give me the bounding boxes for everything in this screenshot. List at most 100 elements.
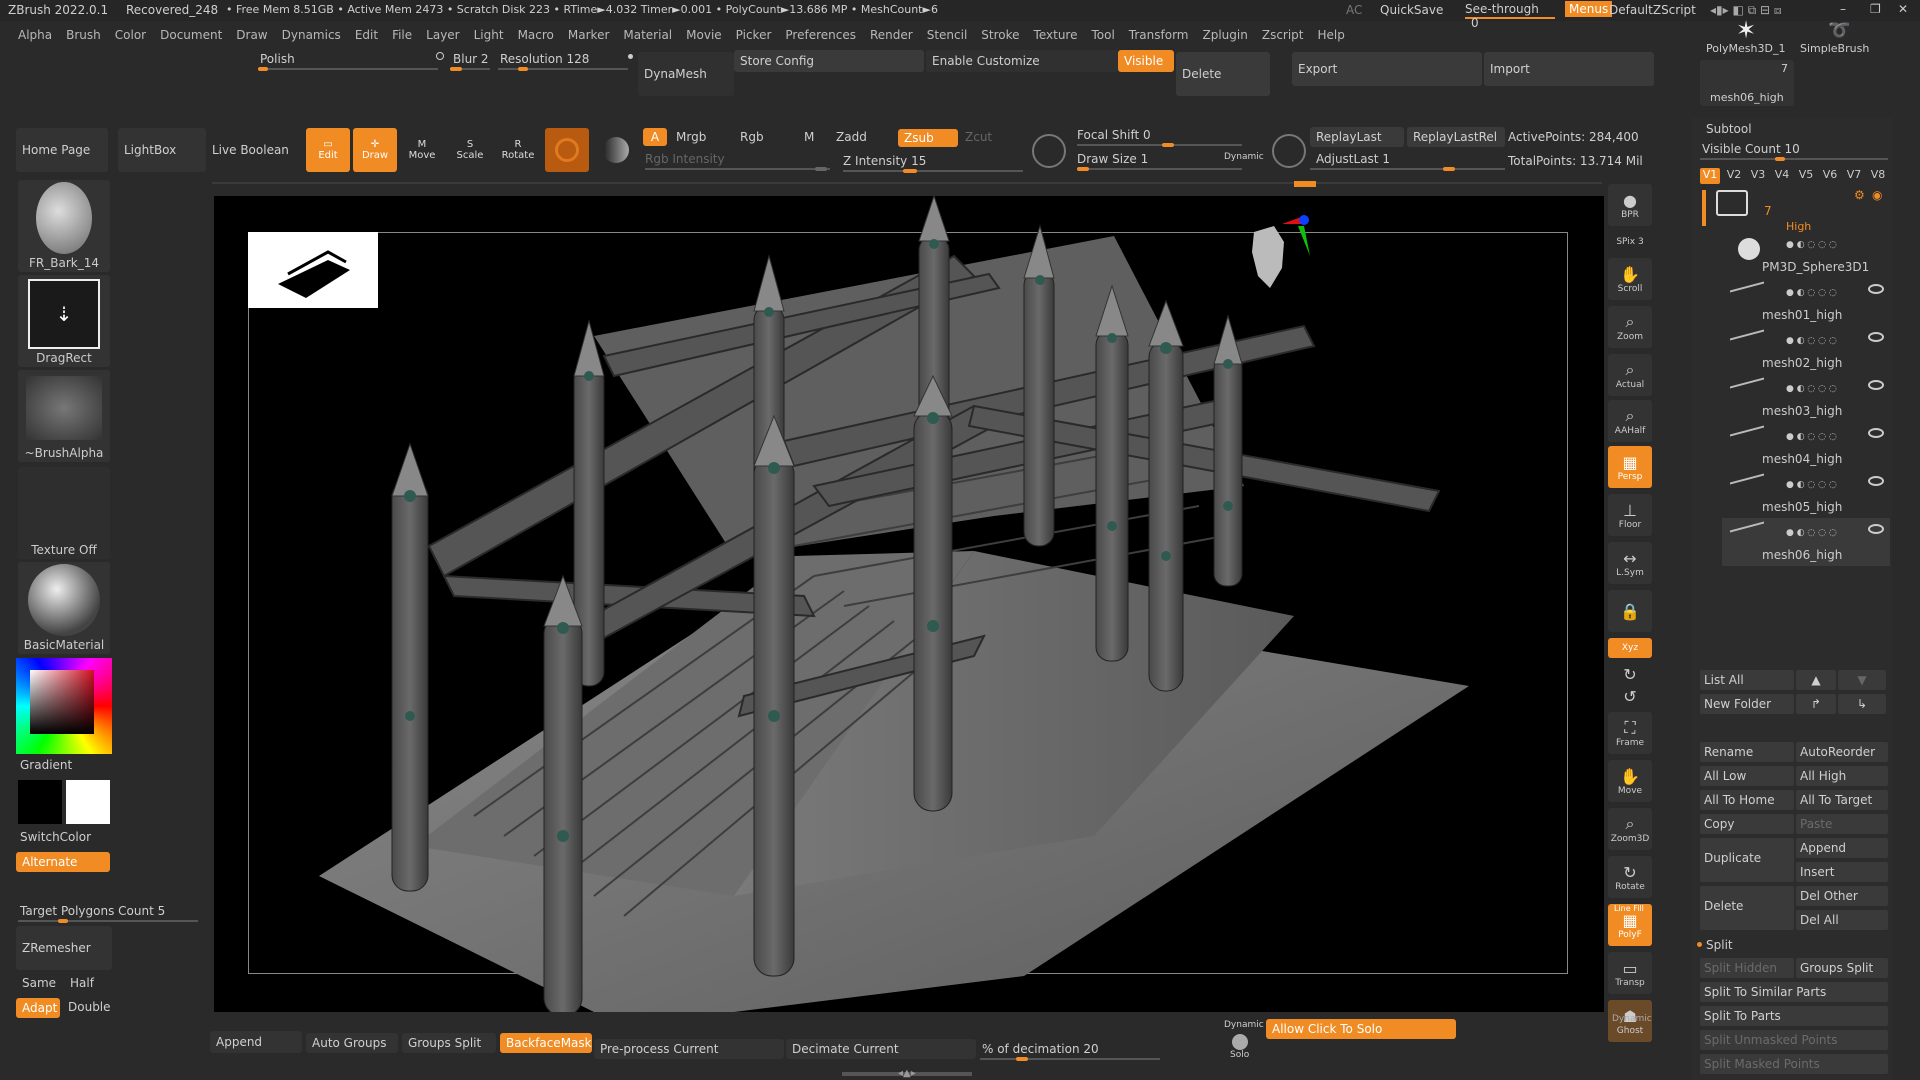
same-button[interactable]: Same [22,976,56,990]
secondary-color-swatch[interactable] [66,780,110,824]
m-toggle[interactable]: M [804,130,814,144]
material-thumb[interactable]: BasicMaterial [18,562,110,654]
zremesher-button[interactable]: ZRemesher [16,926,112,970]
menu-material[interactable]: Material [623,28,672,42]
menu-color[interactable]: Color [115,28,146,42]
menu-zplugin[interactable]: Zplugin [1203,28,1248,42]
subtool-toggles-icon[interactable]: ● ◐ ◌ ◌ ◌ [1786,332,1842,346]
delete-subtool-button[interactable]: Delete [1700,886,1794,930]
shelf-xyz-button[interactable]: Xyz [1608,638,1652,658]
menu-edit[interactable]: Edit [355,28,378,42]
enable-customize-button[interactable]: Enable Customize [926,50,1118,72]
shelf-zoom3d-button[interactable]: ⌕ Zoom3D [1608,808,1652,850]
import-button[interactable]: Import [1484,52,1654,86]
rename-button[interactable]: Rename [1700,742,1794,762]
mrgb-toggle[interactable]: Mrgb [676,130,706,144]
subtool-item[interactable]: ● ◐ ◌ ◌ ◌ mesh04_high [1722,422,1890,470]
menu-file[interactable]: File [392,28,412,42]
adapt-toggle[interactable]: Adapt [16,998,60,1018]
brush-thumb[interactable]: FR_Bark_14 [18,180,110,272]
subtool-item[interactable]: ● ◐ ◌ ◌ ◌ mesh02_high [1722,326,1890,374]
visibility-eye-icon[interactable] [1868,332,1884,342]
split-section-header[interactable]: Split [1706,938,1733,952]
menu-stencil[interactable]: Stencil [927,28,968,42]
auto-reorder-button[interactable]: AutoReorder [1796,742,1888,762]
subtool-header[interactable]: Subtool [1706,122,1752,136]
menu-document[interactable]: Document [160,28,222,42]
visible-count-slider[interactable] [1700,157,1888,161]
subtool-item[interactable]: ● ◐ ◌ ◌ ◌ mesh05_high [1722,470,1890,518]
rotate-mode-button[interactable]: R Rotate [496,128,540,172]
replay-last-rel-button[interactable]: ReplayLastRel [1407,127,1505,147]
menu-brush[interactable]: Brush [66,28,101,42]
double-button[interactable]: Double [68,1000,111,1014]
menu-draw[interactable]: Draw [236,28,267,42]
groups-split-button[interactable]: Groups Split [1796,958,1888,978]
append-bottom-button[interactable]: Append [210,1031,302,1053]
insert-folder-icon[interactable]: ↱ [1796,694,1836,714]
visibility-eye-icon[interactable] [1868,380,1884,390]
simplebrush-icon[interactable]: ➰ [1828,20,1850,41]
subtool-item[interactable]: ● ◐ ◌ ◌ ◌ PM3D_Sphere3D1 [1722,230,1890,278]
shelf-move-button[interactable]: ✋ Move [1608,760,1652,802]
draw-mode-button[interactable]: ✛ Draw [353,128,397,172]
draw-size-label[interactable]: Draw Size 1 [1077,152,1148,166]
subtool-toggles-icon[interactable]: ● ◐ ◌ ◌ ◌ [1786,380,1842,394]
edit-mode-button[interactable]: ▭ Edit [306,128,350,172]
split-hidden-button[interactable]: Split Hidden [1700,958,1794,978]
focal-shift-slider[interactable] [1077,143,1242,147]
menu-dynamics[interactable]: Dynamics [282,28,341,42]
shelf-floor-button[interactable]: ⊥ Floor [1608,494,1652,536]
shelf-spix-3-button[interactable]: SPix 3 [1608,232,1652,252]
duplicate-button[interactable]: Duplicate [1700,838,1794,882]
menu-layer[interactable]: Layer [426,28,459,42]
alpha-thumb[interactable]: ~BrushAlpha [18,370,110,462]
paste-button[interactable]: Paste [1796,814,1888,834]
all-to-target-button[interactable]: All To Target [1796,790,1888,810]
dynamic-label[interactable]: Dynamic [1224,152,1264,162]
subtool-toggles-icon[interactable]: ● ◐ ◌ ◌ ◌ [1786,236,1842,250]
live-boolean-button[interactable]: Live Boolean [206,128,296,172]
dynamesh-button[interactable]: DynaMesh [638,52,734,96]
menu-stroke[interactable]: Stroke [981,28,1019,42]
version-v6[interactable]: V6 [1820,168,1840,184]
folder-eye-icon[interactable]: ◉ [1872,188,1882,202]
settings-gear-icon[interactable]: ⚙ [1854,188,1865,202]
allow-click-to-solo-toggle[interactable]: Allow Click To Solo [1266,1019,1456,1039]
shelf-actual-button[interactable]: ⌕ Actual [1608,354,1652,396]
split-similar-button[interactable]: Split To Similar Parts [1700,982,1888,1002]
material-sphere-icon[interactable] [545,128,589,172]
menu-marker[interactable]: Marker [568,28,609,42]
append-button[interactable]: Append [1796,838,1888,858]
half-button[interactable]: Half [70,976,94,990]
polish-toggle-icon[interactable] [436,52,444,60]
split-unmasked-button[interactable]: Split Unmasked Points [1700,1030,1888,1050]
version-v8[interactable]: V8 [1868,168,1888,184]
version-v3[interactable]: V3 [1748,168,1768,184]
decimate-current-button[interactable]: Decimate Current [786,1039,976,1059]
shelf-persp-button[interactable]: ▦ Persp [1608,446,1652,488]
outdent-icon[interactable]: ↳ [1838,694,1886,714]
split-parts-button[interactable]: Split To Parts [1700,1006,1888,1026]
color-square[interactable] [30,670,94,734]
rgb-intensity-slider[interactable] [645,167,830,171]
texture-thumb[interactable]: Texture Off [18,467,110,559]
shelf-rotate-button[interactable]: ↻ Rotate [1608,856,1652,898]
polymesh-star-icon[interactable]: ✶ [1736,16,1756,44]
menu-light[interactable]: Light [474,28,504,42]
visibility-eye-icon[interactable] [1868,524,1884,534]
shelf-frame-button[interactable]: ⛶ Frame [1608,712,1652,754]
version-v1[interactable]: V1 [1700,168,1720,184]
s-focal-icon[interactable] [1032,134,1066,168]
solo-icon[interactable] [1232,1034,1248,1050]
draw-size-slider[interactable] [1077,167,1242,171]
tray-arrows-icon[interactable]: ◂▲▸ [898,1068,916,1079]
stroke-thumb[interactable]: ⇣ DragRect [18,275,110,367]
target-polygons-label[interactable]: Target Polygons Count 5 [20,904,165,918]
blur-label[interactable]: Blur 2 [453,52,489,66]
decimation-label[interactable]: % of decimation 20 [982,1042,1099,1056]
resolution-slider[interactable] [498,67,628,71]
zsub-toggle[interactable]: Zsub [898,129,958,147]
subtool-item[interactable]: ● ◐ ◌ ◌ ◌ mesh06_high [1722,518,1890,566]
alternate-button[interactable]: Alternate [16,852,110,872]
